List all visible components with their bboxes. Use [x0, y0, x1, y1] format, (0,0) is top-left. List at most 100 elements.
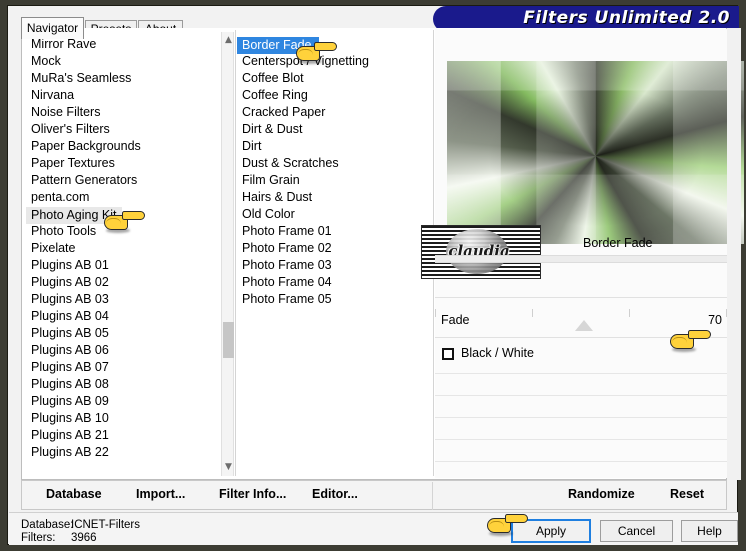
scroll-up-icon[interactable]: ▲: [222, 34, 235, 47]
status-database-key: Database:: [21, 519, 74, 531]
filter-row[interactable]: Coffee Blot: [237, 70, 432, 87]
category-item[interactable]: Plugins AB 03: [26, 291, 221, 308]
filter-item[interactable]: Photo Frame 01: [237, 223, 432, 240]
category-item[interactable]: Plugins AB 08: [26, 376, 221, 393]
category-list-scrollbar[interactable]: ▲ ▼: [221, 32, 234, 476]
category-row[interactable]: Paper Backgrounds: [26, 138, 221, 155]
category-item[interactable]: penta.com: [26, 189, 221, 206]
status-filters-key: Filters:: [21, 532, 56, 544]
category-row[interactable]: Plugins AB 03: [26, 291, 221, 308]
black-white-checkbox[interactable]: [442, 348, 454, 360]
category-row[interactable]: Oliver's Filters: [26, 121, 221, 138]
filter-row[interactable]: Film Grain: [237, 172, 432, 189]
fade-label: Fade: [441, 313, 470, 327]
category-row[interactable]: MuRa's Seamless: [26, 70, 221, 87]
filter-item[interactable]: Dirt: [237, 138, 432, 155]
slider-tick: [532, 309, 533, 317]
filter-item[interactable]: Photo Frame 03: [237, 257, 432, 274]
category-row[interactable]: Plugins AB 10: [26, 410, 221, 427]
category-row[interactable]: Pattern Generators: [26, 172, 221, 189]
filter-item[interactable]: Old Color: [237, 206, 432, 223]
fade-value: 70: [708, 313, 722, 327]
filter-row[interactable]: Photo Frame 01: [237, 223, 432, 240]
filter-item[interactable]: Dirt & Dust: [237, 121, 432, 138]
tab-navigator[interactable]: Navigator: [21, 17, 84, 39]
category-row[interactable]: Plugins AB 01: [26, 257, 221, 274]
category-row[interactable]: Plugins AB 06: [26, 342, 221, 359]
category-row[interactable]: Plugins AB 09: [26, 393, 221, 410]
category-row[interactable]: Plugins AB 02: [26, 274, 221, 291]
filter-preview-image[interactable]: [447, 61, 744, 244]
category-row[interactable]: Plugins AB 07: [26, 359, 221, 376]
category-item[interactable]: Oliver's Filters: [26, 121, 221, 138]
filter-item[interactable]: Coffee Blot: [237, 70, 432, 87]
category-item[interactable]: Plugins AB 05: [26, 325, 221, 342]
category-row[interactable]: Mock: [26, 53, 221, 70]
category-item[interactable]: Paper Backgrounds: [26, 138, 221, 155]
category-item[interactable]: Plugins AB 21: [26, 427, 221, 444]
filter-item[interactable]: Film Grain: [237, 172, 432, 189]
category-item[interactable]: Nirvana: [26, 87, 221, 104]
import-button[interactable]: Import...: [136, 487, 185, 501]
filter-item[interactable]: Photo Frame 05: [237, 291, 432, 308]
filter-row[interactable]: Cracked Paper: [237, 104, 432, 121]
scrollbar-thumb[interactable]: [223, 322, 234, 358]
preview-frame: [447, 61, 744, 244]
filter-row[interactable]: Dirt: [237, 138, 432, 155]
filter-item[interactable]: Dust & Scratches: [237, 155, 432, 172]
editor-button[interactable]: Editor...: [312, 487, 358, 501]
category-item[interactable]: Pixelate: [26, 240, 221, 257]
filter-info-button[interactable]: Filter Info...: [219, 487, 286, 501]
category-row[interactable]: Plugins AB 21: [26, 427, 221, 444]
randomize-button[interactable]: Randomize: [568, 487, 635, 501]
category-row[interactable]: penta.com: [26, 189, 221, 206]
category-list[interactable]: Mirror Rave Mock MuRa's Seamless Nirvana Noi…: [26, 36, 221, 476]
filter-row[interactable]: Old Color: [237, 206, 432, 223]
scroll-down-icon[interactable]: ▼: [222, 461, 235, 474]
category-item[interactable]: MuRa's Seamless: [26, 70, 221, 87]
filter-item[interactable]: Photo Frame 02: [237, 240, 432, 257]
help-button[interactable]: Help: [681, 520, 738, 542]
category-item[interactable]: Plugins AB 06: [26, 342, 221, 359]
filter-row[interactable]: Hairs & Dust: [237, 189, 432, 206]
preview-pane: claudia Border Fade Fade 70 Black / Whit…: [421, 29, 744, 478]
empty-param-separator: [435, 439, 727, 440]
filter-item[interactable]: Cracked Paper: [237, 104, 432, 121]
category-row[interactable]: Plugins AB 08: [26, 376, 221, 393]
database-button[interactable]: Database: [46, 487, 102, 501]
filter-list[interactable]: Border Fade Centerspot / Vignetting Coffee…: [237, 36, 432, 476]
filter-row[interactable]: Photo Frame 03: [237, 257, 432, 274]
cancel-button[interactable]: Cancel: [600, 520, 673, 542]
category-item[interactable]: Plugins AB 04: [26, 308, 221, 325]
category-item[interactable]: Noise Filters: [26, 104, 221, 121]
filter-row[interactable]: Dust & Scratches: [237, 155, 432, 172]
filter-row[interactable]: Dirt & Dust: [237, 121, 432, 138]
category-item[interactable]: Plugins AB 09: [26, 393, 221, 410]
category-item[interactable]: Plugins AB 07: [26, 359, 221, 376]
category-row[interactable]: Paper Textures: [26, 155, 221, 172]
filter-row[interactable]: Photo Frame 04: [237, 274, 432, 291]
category-item[interactable]: Plugins AB 02: [26, 274, 221, 291]
category-row[interactable]: Noise Filters: [26, 104, 221, 121]
category-row[interactable]: Pixelate: [26, 240, 221, 257]
category-item[interactable]: Plugins AB 10: [26, 410, 221, 427]
status-database-value: ICNET-Filters: [71, 519, 140, 531]
filter-item[interactable]: Hairs & Dust: [237, 189, 432, 206]
filter-row[interactable]: Photo Frame 05: [237, 291, 432, 308]
category-row[interactable]: Plugins AB 04: [26, 308, 221, 325]
category-row[interactable]: Plugins AB 05: [26, 325, 221, 342]
filter-row[interactable]: Coffee Ring: [237, 87, 432, 104]
category-item[interactable]: Paper Textures: [26, 155, 221, 172]
category-item[interactable]: Plugins AB 01: [26, 257, 221, 274]
category-row[interactable]: Nirvana: [26, 87, 221, 104]
filter-row[interactable]: Photo Frame 02: [237, 240, 432, 257]
category-item[interactable]: Mock: [26, 53, 221, 70]
filter-item[interactable]: Photo Frame 04: [237, 274, 432, 291]
empty-param-separator: [435, 373, 727, 374]
category-row[interactable]: Plugins AB 22: [26, 444, 221, 461]
reset-button[interactable]: Reset: [670, 487, 704, 501]
fade-slider-thumb[interactable]: [574, 320, 593, 331]
filter-item[interactable]: Coffee Ring: [237, 87, 432, 104]
category-item[interactable]: Pattern Generators: [26, 172, 221, 189]
category-item[interactable]: Plugins AB 22: [26, 444, 221, 461]
